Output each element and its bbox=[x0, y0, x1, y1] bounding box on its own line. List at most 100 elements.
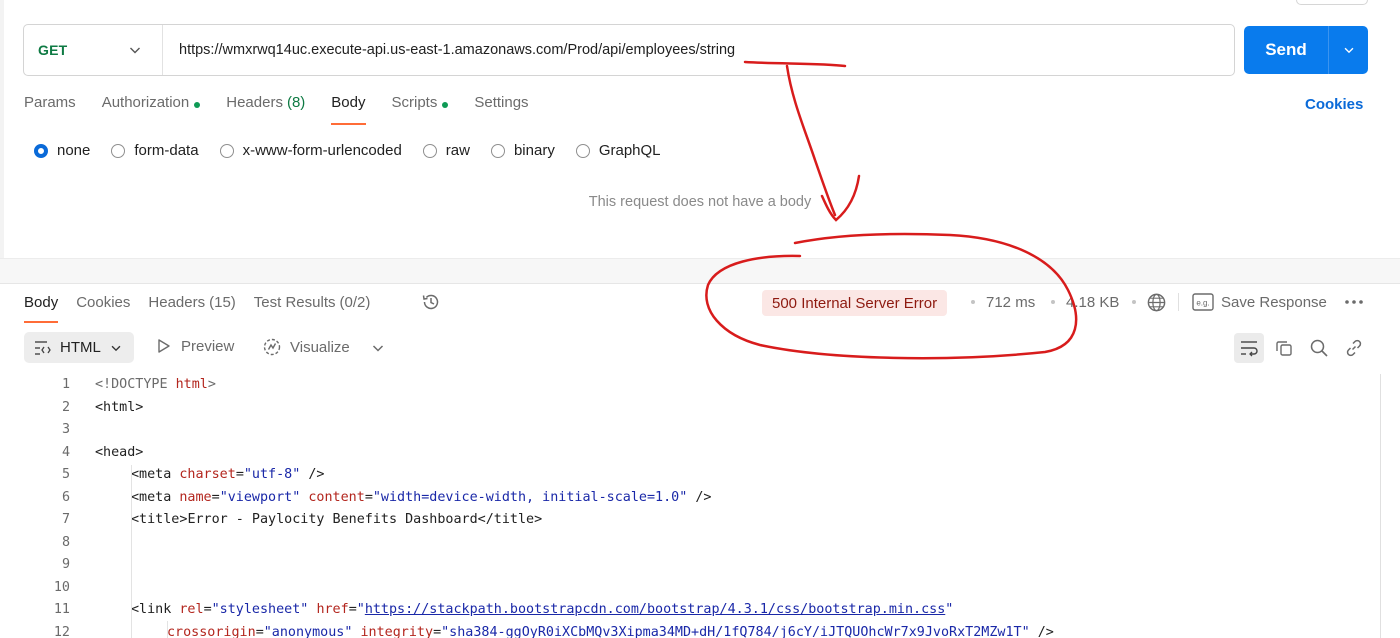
radio-form-data[interactable]: form-data bbox=[111, 142, 199, 159]
wrap-lines-button[interactable] bbox=[1234, 333, 1264, 363]
visualize-label: Visualize bbox=[290, 338, 350, 356]
line-number: 3 bbox=[61, 422, 70, 437]
tab-headers[interactable]: Headers (8) bbox=[226, 94, 305, 126]
radio-none[interactable]: none bbox=[34, 142, 90, 159]
format-label: HTML bbox=[60, 339, 101, 356]
tab-label: Cookies bbox=[76, 294, 131, 311]
tab-response-body[interactable]: Body bbox=[24, 294, 59, 324]
link-icon bbox=[1346, 339, 1362, 357]
code-line: <meta charset="utf-8" /> bbox=[131, 467, 325, 482]
tab-scripts[interactable]: Scripts bbox=[392, 94, 449, 126]
line-number: 1 bbox=[61, 377, 70, 392]
no-body-message: This request does not have a body bbox=[588, 194, 812, 210]
arrow-annotation bbox=[785, 64, 837, 217]
tab-response-cookies[interactable]: Cookies bbox=[76, 294, 130, 324]
chevron-down-icon[interactable] bbox=[370, 340, 386, 356]
request-tabs: Params Authorization Headers (8) Body Scr… bbox=[24, 94, 555, 126]
globe-icon[interactable] bbox=[1146, 292, 1167, 313]
preview-button[interactable]: Preview bbox=[155, 337, 234, 355]
radio-button[interactable] bbox=[422, 143, 437, 158]
body-type-radios: none form-data x-www-form-urlencoded raw… bbox=[34, 142, 682, 159]
search-button[interactable] bbox=[1304, 333, 1334, 363]
line-number: 9 bbox=[61, 557, 70, 572]
tab-label: Scripts bbox=[391, 94, 438, 111]
more-options-icon[interactable] bbox=[1344, 299, 1364, 305]
radio-button[interactable] bbox=[575, 143, 590, 158]
tab-settings[interactable]: Settings bbox=[474, 94, 528, 126]
method-label: GET bbox=[38, 42, 68, 58]
tab-count: (15) bbox=[209, 294, 236, 311]
cookies-link[interactable]: Cookies bbox=[1305, 96, 1363, 113]
chevron-down-icon bbox=[111, 345, 121, 351]
tab-label: Headers bbox=[148, 294, 206, 311]
radio-urlencoded[interactable]: x-www-form-urlencoded bbox=[219, 142, 402, 159]
radio-label: none bbox=[57, 142, 91, 159]
method-select[interactable]: GET bbox=[24, 25, 163, 75]
line-number: 12 bbox=[53, 624, 70, 638]
tab-label: Authorization bbox=[101, 94, 190, 111]
search-icon bbox=[1310, 339, 1328, 357]
visualize-button[interactable]: Visualize bbox=[262, 337, 350, 357]
radio-raw[interactable]: raw bbox=[422, 142, 470, 159]
separator-line bbox=[1178, 293, 1179, 311]
line-number: 11 bbox=[53, 602, 70, 617]
tab-params[interactable]: Params bbox=[24, 94, 76, 126]
history-icon[interactable] bbox=[421, 292, 441, 312]
separator-dot bbox=[971, 300, 975, 304]
tab-count: (8) bbox=[286, 94, 306, 111]
play-icon bbox=[158, 339, 170, 353]
tab-body[interactable]: Body bbox=[331, 94, 366, 126]
code-line: <link rel="stylesheet" href="https://sta… bbox=[131, 602, 954, 617]
stylesheet-link[interactable]: https://stackpath.bootstrapcdn.com/boots… bbox=[365, 602, 945, 617]
save-response-icon[interactable]: e.g. bbox=[1192, 293, 1214, 311]
line-number: 4 bbox=[61, 444, 70, 460]
radio-label: binary bbox=[513, 142, 555, 159]
radio-label: x-www-form-urlencoded bbox=[242, 142, 402, 159]
radio-graphql[interactable]: GraphQL bbox=[575, 142, 661, 159]
url-input[interactable]: https://wmxrwq14uc.execute-api.us-east-1… bbox=[163, 42, 735, 58]
response-code-editor[interactable]: 1 <!DOCTYPE html> 2 <html> 3 4 <head> 5 <met… bbox=[0, 374, 1368, 638]
code-line: <head> bbox=[95, 444, 144, 460]
copy-icon bbox=[1276, 341, 1292, 356]
top-button-stub[interactable] bbox=[1296, 0, 1368, 5]
radio-binary[interactable]: binary bbox=[490, 142, 555, 159]
radio-button[interactable] bbox=[490, 143, 505, 158]
line-number: 8 bbox=[61, 534, 70, 550]
status-dot bbox=[194, 102, 201, 108]
editor-scrollbar[interactable] bbox=[1380, 374, 1381, 638]
code-line: crossorigin="anonymous" integrity="sha38… bbox=[167, 624, 1054, 638]
tab-label: Test Results bbox=[253, 294, 336, 311]
copy-link-button[interactable] bbox=[1339, 333, 1369, 363]
radio-button[interactable] bbox=[111, 143, 126, 158]
send-options-button[interactable] bbox=[1328, 26, 1368, 74]
response-time[interactable]: 712 ms bbox=[986, 294, 1035, 311]
radio-button[interactable] bbox=[34, 143, 48, 158]
tab-response-headers[interactable]: Headers (15) bbox=[148, 294, 235, 324]
tab-authorization[interactable]: Authorization bbox=[102, 94, 201, 126]
preview-label: Preview bbox=[181, 337, 235, 355]
send-button[interactable]: Send bbox=[1244, 26, 1368, 74]
code-line: <!DOCTYPE html> bbox=[95, 377, 216, 392]
line-number: 6 bbox=[61, 489, 70, 505]
pane-divider[interactable] bbox=[0, 258, 1400, 284]
save-response-button[interactable]: Save Response bbox=[1221, 294, 1327, 311]
tab-count: (0/2) bbox=[339, 294, 371, 311]
visualize-icon bbox=[263, 338, 281, 356]
radio-label: GraphQL bbox=[598, 142, 661, 159]
radio-label: form-data bbox=[134, 142, 199, 159]
tab-test-results[interactable]: Test Results (0/2) bbox=[254, 294, 371, 324]
radio-button[interactable] bbox=[219, 143, 234, 158]
line-number: 5 bbox=[61, 467, 70, 482]
copy-button[interactable] bbox=[1269, 333, 1299, 363]
wrap-lines-icon bbox=[1241, 341, 1258, 357]
status-dot bbox=[442, 102, 449, 108]
separator-dot bbox=[1051, 300, 1055, 304]
tab-label: Body bbox=[24, 294, 59, 311]
response-size[interactable]: 4.18 KB bbox=[1066, 294, 1119, 311]
tab-label: Settings bbox=[474, 94, 529, 111]
send-label[interactable]: Send bbox=[1244, 26, 1328, 74]
status-badge[interactable]: 500 Internal Server Error bbox=[762, 290, 948, 316]
response-tabs: Body Cookies Headers (15) Test Results (0/… bbox=[24, 294, 388, 324]
radio-label: raw bbox=[445, 142, 470, 159]
format-select[interactable]: HTML bbox=[24, 332, 134, 363]
